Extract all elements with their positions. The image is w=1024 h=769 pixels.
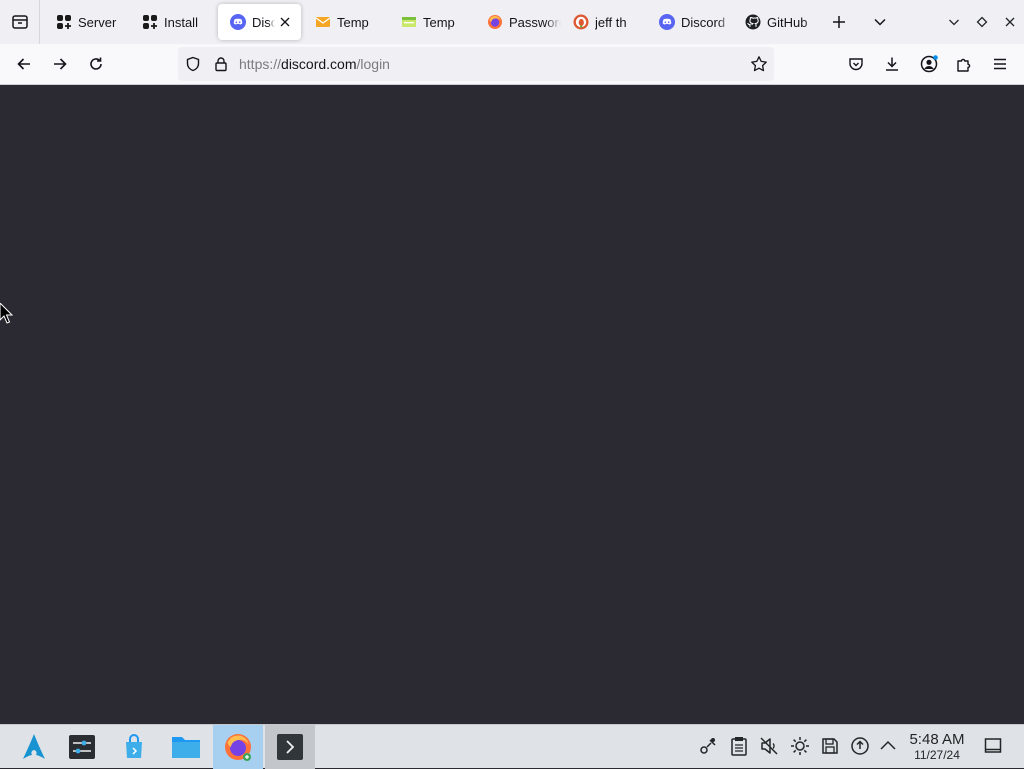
file-manager-icon [172,737,200,758]
tab-install[interactable]: Install [130,4,216,40]
discord-icon [230,14,246,30]
application-launcher[interactable] [9,725,59,769]
url-text[interactable]: https://discord.com/login [239,56,390,72]
mouse-cursor-icon [0,303,14,324]
plus-icon [833,16,845,28]
tab-label: Discord [681,14,726,30]
puzzle-icon [957,58,971,72]
tab-close-button[interactable] [277,14,293,30]
chevron-up-icon [880,740,896,750]
firefox-icon [225,734,251,761]
taskbar: 5:48 AM 11/27/24 [0,724,1024,769]
tab-duckduckgo-search[interactable]: jeff th [561,4,647,40]
task-system-settings[interactable] [57,725,107,769]
extensions-button[interactable] [948,48,980,80]
terminal-icon [277,734,303,760]
firefox-view-icon [11,15,28,29]
url-host: discord.com [281,56,357,72]
tab-strip: Server Install Discord Temp Temp [0,0,1024,44]
tab-temp-mail[interactable]: Temp [303,4,389,40]
shield-icon[interactable] [184,55,202,73]
firefox-view-button[interactable] [0,0,40,44]
tab-label: Server [78,14,117,30]
url-scheme: https:// [239,56,282,72]
tray-updates[interactable] [849,735,871,757]
close-icon [280,17,290,27]
window-close-button[interactable] [994,6,1024,38]
temp-icon [401,14,417,30]
tab-discord-2[interactable]: Discord [647,4,733,40]
task-terminal[interactable] [265,725,315,769]
navigation-toolbar: https://discord.com/login [0,44,1024,85]
task-firefox[interactable] [213,725,263,769]
tab-temp-number[interactable]: Temp [389,4,475,40]
menu-button[interactable] [984,48,1016,80]
reload-icon [90,57,102,70]
new-tab-button[interactable] [823,6,855,38]
download-icon [886,57,898,71]
tab-label: GitHub [767,14,808,30]
show-desktop-button[interactable] [982,735,1004,757]
tab-label: Password [509,14,561,30]
task-discover[interactable] [109,725,159,769]
forward-button[interactable] [44,48,76,80]
tray-kde-connect[interactable] [698,735,720,757]
arrow-left-icon [17,58,30,70]
task-file-manager[interactable] [161,725,211,769]
tab-server[interactable]: Server [44,4,130,40]
digital-clock[interactable]: 5:48 AM 11/27/24 [902,731,972,762]
system-settings-icon [69,735,95,759]
tab-password[interactable]: Password [475,4,561,40]
list-all-tabs-button[interactable] [864,6,896,38]
downloads-button[interactable] [876,48,908,80]
arch-launcher-icon [23,734,45,759]
clock-date: 11/27/24 [914,748,960,762]
tray-volume[interactable] [758,735,780,757]
kde-connect-icon [700,738,716,754]
clock-time: 5:48 AM [909,731,965,748]
reload-button[interactable] [80,48,112,80]
clipboard-icon [731,737,747,756]
back-button[interactable] [8,48,40,80]
bookmark-star-icon[interactable] [750,55,768,73]
mail-icon [315,14,331,30]
tray-brightness[interactable] [789,735,811,757]
tray-show-hidden[interactable] [877,735,899,757]
tab-label: jeff th [595,14,627,30]
volume-muted-icon [760,737,778,755]
github-icon [745,14,761,30]
tab-label: Install [164,14,198,30]
disk-save-icon [822,738,838,754]
firefox-icon [487,14,503,30]
tray-clipboard[interactable] [728,735,750,757]
update-notifier-icon [851,737,869,755]
hamburger-menu-icon [994,58,1006,70]
discord-icon [659,14,675,30]
tab-github[interactable]: GitHub [733,4,819,40]
url-path: /login [356,56,390,72]
discover-store-icon [126,734,142,758]
brightness-icon [791,737,809,755]
pocket-button[interactable] [840,48,872,80]
server-icon [56,14,72,30]
server-icon [142,14,158,30]
close-icon [1005,17,1015,27]
account-icon [920,55,938,73]
page-content[interactable] [0,85,1024,724]
show-desktop-icon [984,738,1002,753]
chevron-down-icon [949,19,959,26]
tray-disks[interactable] [819,735,841,757]
tab-label: Temp [423,14,455,30]
chevron-down-icon [874,18,886,26]
tab-label: Temp [337,14,369,30]
lock-icon[interactable] [212,55,230,73]
tab-discord-active[interactable]: Discord [218,4,301,40]
account-button[interactable] [913,48,945,80]
arrow-right-icon [54,58,67,70]
diamond-icon [976,16,988,28]
url-bar[interactable]: https://discord.com/login [178,47,774,81]
duckduckgo-icon [573,14,589,30]
pocket-icon [849,58,863,71]
tab-label: Discord [252,14,275,30]
